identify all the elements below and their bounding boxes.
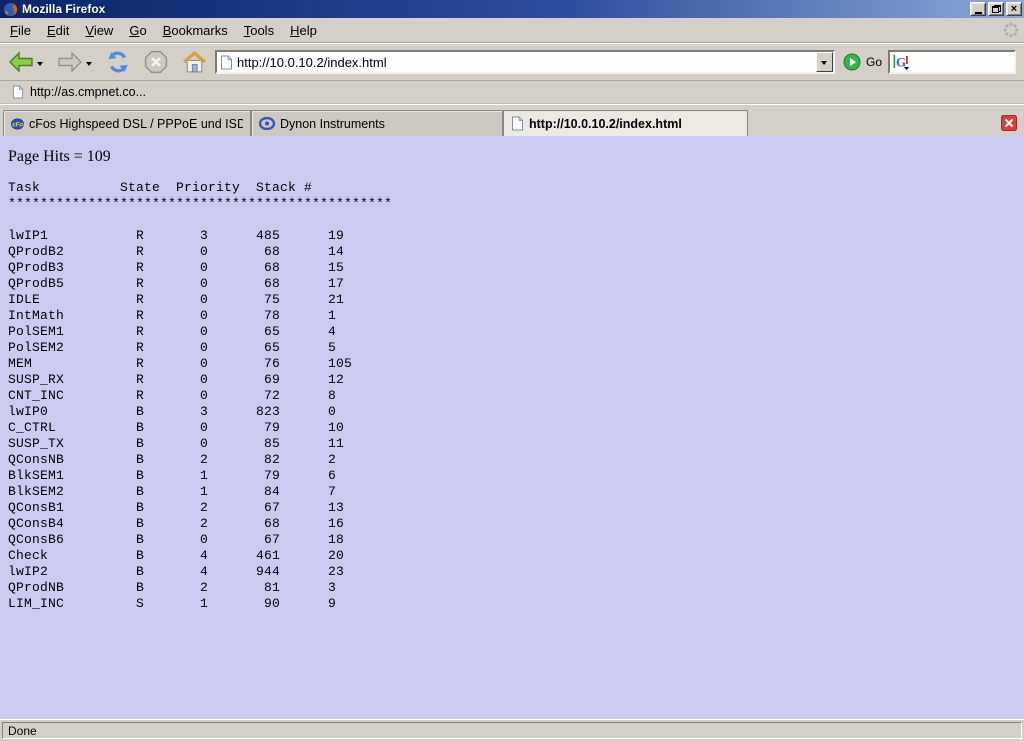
forward-icon — [57, 51, 83, 73]
bookmarks-toolbar: http://as.cmpnet.co... — [0, 81, 1024, 104]
minimize-button[interactable] — [970, 2, 986, 16]
window-title: Mozilla Firefox — [22, 2, 968, 16]
back-icon — [8, 51, 34, 73]
tab-active-index-page[interactable]: http://10.0.10.2/index.html — [503, 110, 748, 136]
dynon-icon — [259, 117, 275, 130]
forward-dropdown-icon[interactable] — [86, 62, 92, 69]
address-bar — [215, 50, 835, 74]
go-icon — [843, 53, 861, 71]
title-bar[interactable]: Mozilla Firefox × — [0, 0, 1024, 18]
browser-window: Mozilla Firefox × File Edit View Go Book… — [0, 0, 1024, 742]
menu-bar: File Edit View Go Bookmarks Tools Help — [0, 18, 1024, 43]
navigation-toolbar: Go G — [0, 43, 1024, 81]
page-icon — [511, 116, 524, 131]
search-engine-icon[interactable]: G — [893, 54, 909, 70]
go-label[interactable]: Go — [866, 55, 882, 69]
search-box: G — [888, 50, 1016, 74]
close-tab-button[interactable] — [1001, 115, 1017, 131]
minimize-icon — [975, 12, 982, 14]
cfos-icon: cFos — [11, 117, 24, 131]
search-input[interactable] — [909, 55, 1014, 70]
menu-view[interactable]: View — [77, 20, 121, 41]
home-button[interactable] — [180, 49, 209, 76]
restore-button[interactable] — [988, 2, 1004, 16]
page-icon — [220, 55, 233, 70]
firefox-icon — [3, 2, 18, 17]
close-icon: × — [1011, 4, 1017, 14]
chevron-down-icon — [821, 61, 827, 68]
bookmark-label: http://as.cmpnet.co... — [30, 85, 146, 99]
address-dropdown-button[interactable] — [816, 52, 833, 72]
back-button[interactable] — [6, 49, 36, 75]
svg-text:cFos: cFos — [12, 122, 24, 128]
tab-bar: cFos cFos Highspeed DSL / PPPoE und ISDN… — [0, 104, 1024, 136]
page-icon — [12, 85, 24, 99]
restore-icon — [992, 5, 1001, 13]
tab-dynon[interactable]: Dynon Instruments — [251, 110, 503, 136]
tab-cfos[interactable]: cFos cFos Highspeed DSL / PPPoE und ISDN… — [3, 110, 251, 136]
menu-tools[interactable]: Tools — [236, 20, 282, 41]
status-bar: Done — [0, 719, 1024, 742]
menu-help[interactable]: Help — [282, 20, 325, 41]
address-input[interactable] — [237, 53, 816, 71]
menu-go[interactable]: Go — [121, 20, 154, 41]
tab-label: Dynon Instruments — [280, 117, 385, 131]
home-icon — [182, 51, 207, 74]
status-text: Done — [2, 722, 1022, 739]
tab-label: http://10.0.10.2/index.html — [529, 117, 682, 131]
stop-icon — [144, 50, 168, 74]
bookmark-item[interactable]: http://as.cmpnet.co... — [8, 83, 150, 101]
forward-button[interactable] — [55, 49, 85, 75]
stop-button[interactable] — [142, 48, 170, 76]
go-button[interactable]: Go — [843, 53, 882, 71]
throbber-icon — [1002, 21, 1020, 39]
menu-bookmarks[interactable]: Bookmarks — [155, 20, 236, 41]
back-dropdown-icon[interactable] — [37, 62, 43, 69]
reload-icon — [106, 50, 130, 74]
page-content: Page Hits = 109 Task State Priority Stac… — [0, 136, 1024, 719]
close-button[interactable]: × — [1006, 2, 1022, 16]
tab-strip-filler — [748, 110, 997, 136]
page-hits-text: Page Hits = 109 — [8, 148, 1024, 166]
menu-file[interactable]: File — [2, 20, 39, 41]
menu-edit[interactable]: Edit — [39, 20, 77, 41]
reload-button[interactable] — [104, 48, 132, 76]
tab-label: cFos Highspeed DSL / PPPoE und ISDN CAP.… — [29, 117, 243, 131]
task-table: Task State Priority Stack # ************… — [8, 180, 1024, 612]
